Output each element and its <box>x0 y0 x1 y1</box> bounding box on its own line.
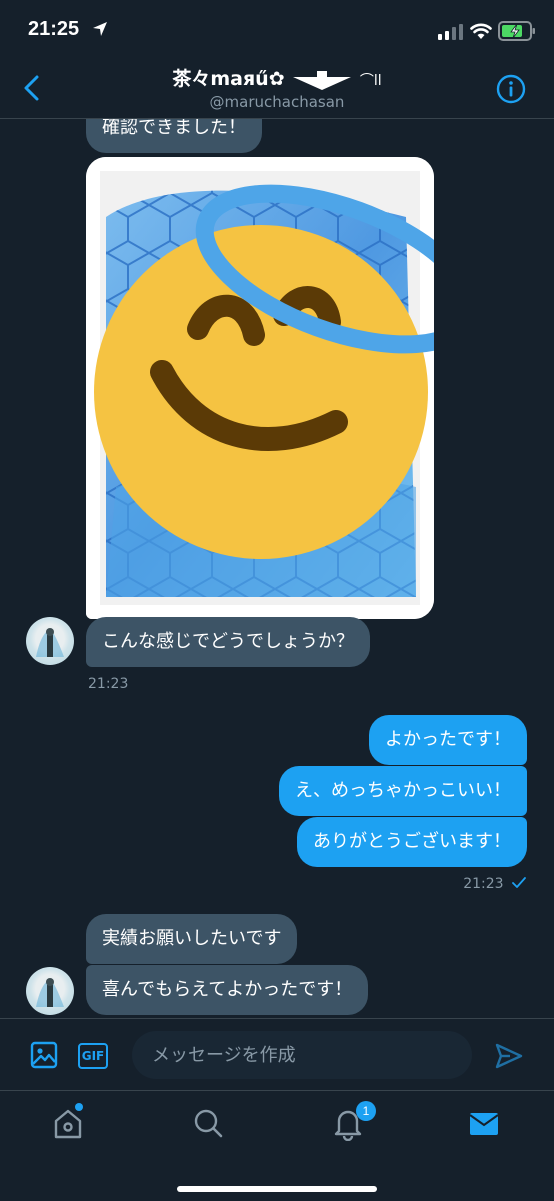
info-icon[interactable] <box>496 74 526 104</box>
wifi-icon <box>470 23 492 39</box>
message-timestamp: 21:23 <box>463 876 526 892</box>
message-bubble-incoming[interactable]: 確認できました！ <box>86 119 262 153</box>
message-bubble-incoming[interactable]: 実績お願いしたいです <box>86 914 298 964</box>
notification-badge: 1 <box>356 1101 376 1121</box>
message-input[interactable] <box>132 1031 472 1079</box>
home-indicator[interactable] <box>177 1186 377 1192</box>
search-icon[interactable] <box>190 1105 226 1141</box>
message-bubble-incoming[interactable]: こんな感じでどうでしょうか？ <box>86 617 370 667</box>
tab-bar: 1 <box>0 1090 554 1201</box>
message-composer: GIF <box>0 1018 554 1091</box>
avatar[interactable] <box>26 967 74 1015</box>
message-text: え、めっちゃかっこいい！ <box>295 780 511 801</box>
smiling-face-icon <box>94 225 428 559</box>
image-icon[interactable] <box>30 1041 58 1069</box>
status-time: 21:25 <box>28 18 80 40</box>
mail-icon[interactable] <box>466 1105 502 1141</box>
message-timestamp: 21:23 <box>88 676 129 692</box>
contact-handle: @maruchachasan <box>209 93 345 111</box>
status-bar: 21:25 <box>0 0 554 60</box>
avatar[interactable] <box>26 617 74 665</box>
message-bubble-outgoing[interactable]: ありがとうございます！ <box>297 817 527 867</box>
message-bubble-incoming[interactable]: 喜んでもらえてよかったです！ <box>86 965 369 1015</box>
message-text: 確認できました！ <box>102 119 246 138</box>
hat-emoji-icon <box>293 70 352 90</box>
message-text: ありがとうございます！ <box>313 831 511 852</box>
location-arrow-icon <box>93 22 107 36</box>
message-time: 21:23 <box>463 876 504 892</box>
read-check-icon <box>512 877 526 888</box>
message-bubble-outgoing[interactable]: よかったです！ <box>369 715 527 765</box>
signal-icon <box>438 24 463 40</box>
battery-icon <box>498 21 535 41</box>
message-text: よかったです！ <box>385 729 511 750</box>
message-text: 喜んでもらえてよかったです！ <box>102 979 353 1000</box>
artwork-image <box>86 157 434 619</box>
conversation-header: 茶々maяű✿ ⌒ll @maruchachasan <box>0 60 554 119</box>
conversation-title: 茶々maяű✿ ⌒ll <box>0 64 554 91</box>
contact-name-suffix: ⌒ll <box>359 73 382 89</box>
home-new-dot <box>75 1103 83 1111</box>
contact-name: 茶々maяű✿ <box>172 68 285 90</box>
message-text: 実績お願いしたいです <box>102 928 282 949</box>
gif-button[interactable]: GIF <box>78 1043 108 1069</box>
message-image[interactable] <box>86 157 434 619</box>
message-bubble-outgoing[interactable]: え、めっちゃかっこいい！ <box>279 766 527 816</box>
message-text: こんな感じでどうでしょうか？ <box>102 631 354 652</box>
message-list[interactable]: 確認できました！ こんな感じでどうでしょうか？ 21:23 よかったです！ え、… <box>0 119 554 1017</box>
send-icon[interactable] <box>494 1041 524 1071</box>
